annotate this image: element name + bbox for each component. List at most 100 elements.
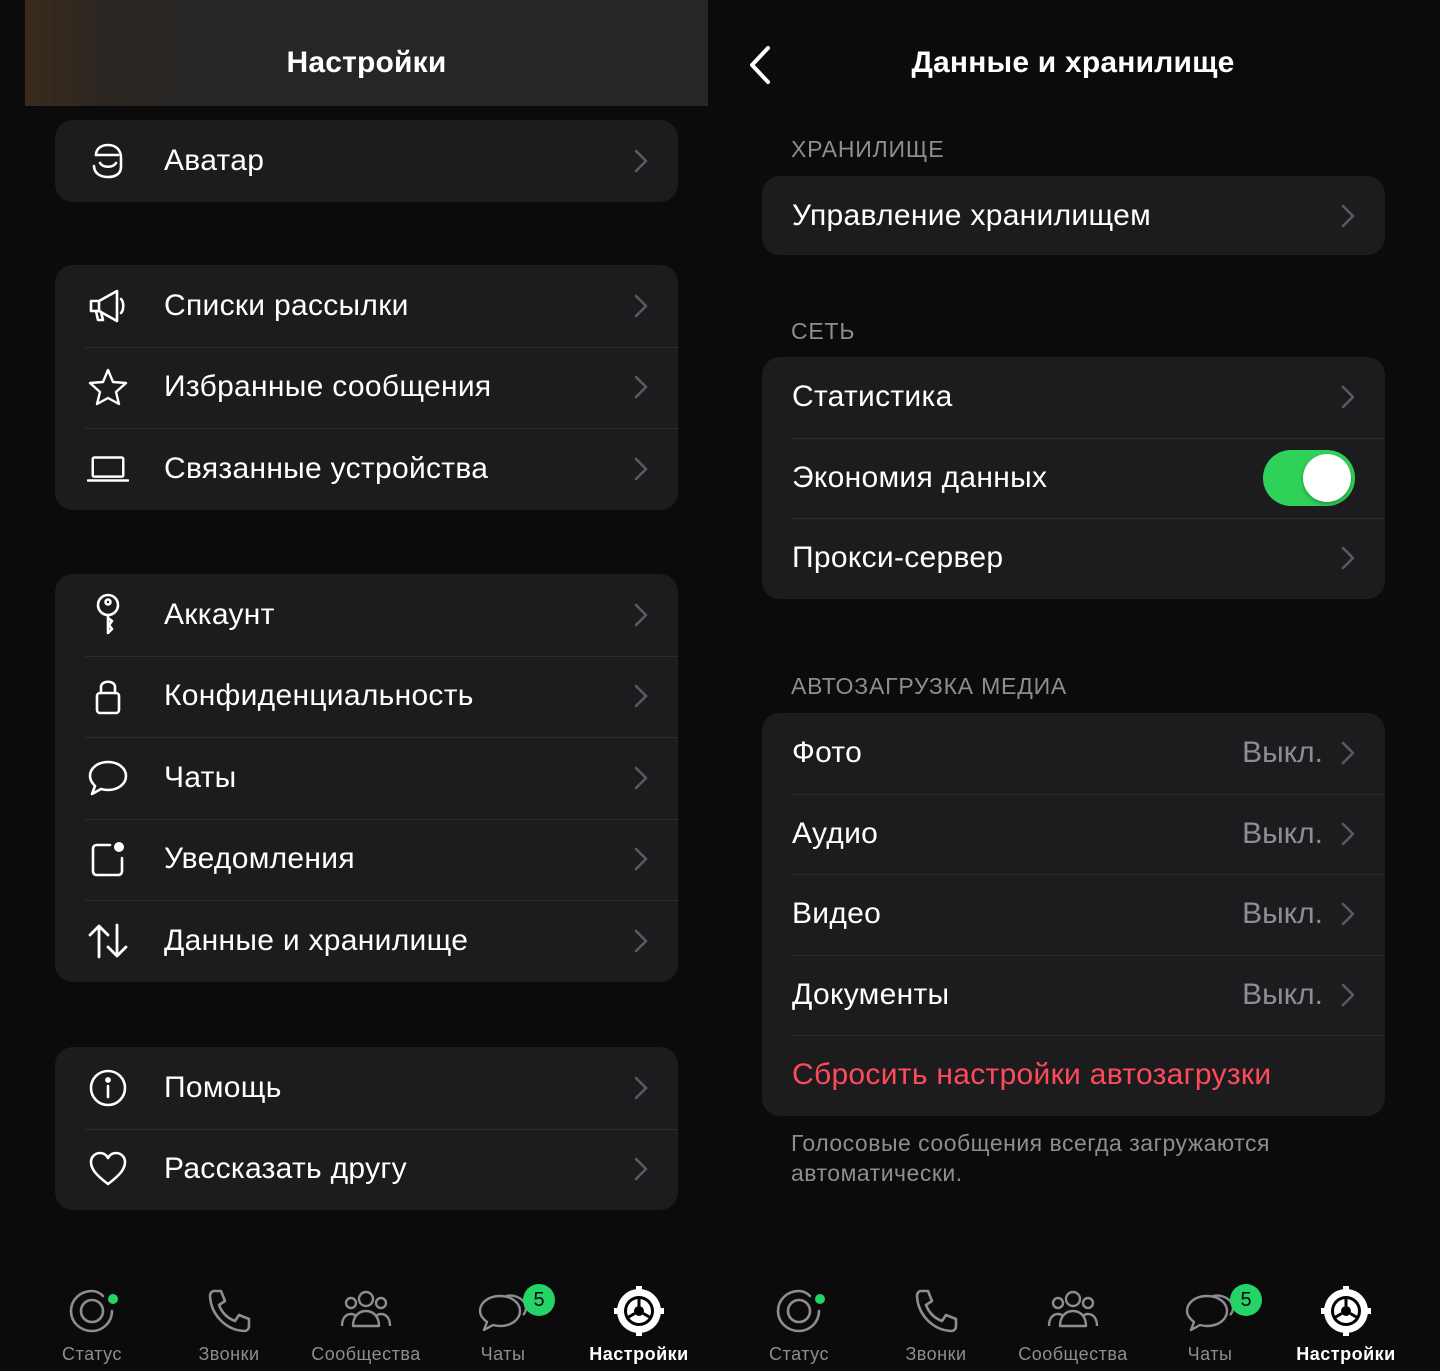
communities-icon <box>1047 1290 1099 1328</box>
chevron-right-icon <box>634 375 648 399</box>
unread-badge: 5 <box>523 1284 555 1316</box>
tab-label: Настройки <box>1296 1344 1396 1364</box>
row-value: Выкл. <box>1242 736 1323 770</box>
row-label: Статистика <box>792 380 953 414</box>
settings-item-starred-messages[interactable]: Избранные сообщения <box>55 346 678 429</box>
footnote: Голосовые сообщения всегда загружаются а… <box>791 1130 1270 1186</box>
reset-autodownload-button[interactable]: Сбросить настройки автозагрузки <box>762 1035 1385 1116</box>
tab-label: Сообщества <box>1018 1344 1128 1364</box>
tab-calls[interactable]: Звонки <box>868 1268 1004 1371</box>
toggle-knob <box>1303 453 1351 502</box>
row-label: Документы <box>792 977 950 1011</box>
video-autodownload-item[interactable]: Видео Выкл. <box>762 874 1385 955</box>
chevron-right-icon <box>634 929 648 953</box>
chevron-right-icon <box>634 603 648 627</box>
tab-chats[interactable]: 5 Чаты <box>1142 1268 1278 1371</box>
settings-item-data-storage[interactable]: Данные и хранилище <box>55 900 678 982</box>
data-storage-screen: Данные и хранилище ХРАНИЛИЩЕ Управление … <box>720 0 1440 1371</box>
tab-calls[interactable]: Звонки <box>161 1268 297 1371</box>
notification-icon <box>87 838 129 880</box>
chats-icon <box>478 1294 528 1332</box>
row-label: Видео <box>792 897 882 931</box>
documents-autodownload-item[interactable]: Документы Выкл. <box>762 954 1385 1036</box>
settings-item-label: Аватар <box>164 143 265 177</box>
chevron-right-icon <box>1341 204 1355 227</box>
tab-chats[interactable]: 5 Чаты <box>435 1268 571 1371</box>
tab-communities[interactable]: Сообщества <box>1005 1268 1141 1371</box>
settings-item-chats[interactable]: Чаты <box>55 737 678 819</box>
chevron-right-icon <box>634 457 648 481</box>
tab-settings[interactable]: Настройки <box>571 1268 707 1371</box>
settings-item-notifications[interactable]: Уведомления <box>55 818 678 901</box>
settings-item-tell-friend[interactable]: Рассказать другу <box>55 1128 678 1211</box>
phone-icon <box>915 1289 958 1333</box>
tab-settings[interactable]: Настройки <box>1278 1268 1414 1371</box>
page-title: Данные и хранилище <box>911 46 1235 79</box>
settings-item-label: Конфиденциальность <box>164 679 474 713</box>
tab-label: Чаты <box>1187 1344 1233 1364</box>
unread-badge: 5 <box>1230 1284 1262 1316</box>
chevron-right-icon <box>634 149 648 173</box>
star-icon <box>87 366 129 408</box>
data-saver-toggle[interactable] <box>1263 449 1355 506</box>
settings-item-label: Чаты <box>164 760 237 794</box>
heart-icon <box>87 1148 129 1190</box>
avatar-icon <box>87 140 129 182</box>
page-title: Настройки <box>286 46 447 79</box>
settings-item-label: Рассказать другу <box>164 1152 407 1186</box>
tab-status[interactable]: Статус <box>731 1268 867 1371</box>
section-title-autodownload: АВТОЗАГРУЗКА МЕДИА <box>791 673 1068 699</box>
settings-item-account[interactable]: Аккаунт <box>55 574 678 656</box>
tab-bar: Статус Звонки Сообщества 5 Чаты Настройк… <box>0 1268 720 1371</box>
row-label: Управление хранилищем <box>792 198 1152 232</box>
settings-item-label: Помощь <box>164 1070 282 1104</box>
settings-item-label: Связанные устройства <box>164 451 489 485</box>
settings-group-main: Аккаунт Конфиденциальность Чаты Уведомле… <box>55 574 678 982</box>
storage-group: Управление хранилищем <box>762 176 1385 255</box>
manage-storage-item[interactable]: Управление хранилищем <box>762 176 1385 255</box>
row-value: Выкл. <box>1242 816 1323 850</box>
settings-item-label: Избранные сообщения <box>164 370 492 404</box>
tab-label: Звонки <box>198 1344 260 1364</box>
info-icon <box>87 1067 129 1109</box>
chevron-right-icon <box>1341 741 1355 765</box>
chat-bubble-icon <box>87 757 129 799</box>
row-label: Экономия данных <box>792 460 1048 494</box>
settings-item-label: Аккаунт <box>164 597 275 631</box>
reset-label: Сбросить настройки автозагрузки <box>792 1058 1272 1092</box>
settings-item-label: Данные и хранилище <box>164 923 469 957</box>
chevron-right-icon <box>634 1157 648 1181</box>
photo-autodownload-item[interactable]: Фото Выкл. <box>762 713 1385 794</box>
chevron-right-icon <box>634 684 648 708</box>
tab-label: Настройки <box>589 1344 689 1364</box>
network-group: Статистика Экономия данных Прокси-сервер <box>762 357 1385 599</box>
status-dot <box>108 1294 118 1304</box>
settings-item-linked-devices[interactable]: Связанные устройства <box>55 428 678 510</box>
proxy-item[interactable]: Прокси-сервер <box>762 518 1385 599</box>
settings-icon <box>1321 1286 1371 1336</box>
settings-item-help[interactable]: Помощь <box>55 1047 678 1129</box>
key-icon <box>87 593 129 636</box>
section-title-network: СЕТЬ <box>791 318 856 344</box>
chevron-right-icon <box>1341 822 1355 846</box>
settings-item-avatar[interactable]: Аватар <box>55 120 678 202</box>
tab-label: Статус <box>62 1344 122 1364</box>
chevron-right-icon <box>1341 983 1355 1007</box>
row-label: Аудио <box>792 816 879 850</box>
autodownload-group: Фото Выкл. Аудио Выкл. Видео Выкл. Докум… <box>762 713 1385 1116</box>
tab-status[interactable]: Статус <box>24 1268 160 1371</box>
chevron-right-icon <box>634 847 648 871</box>
settings-item-broadcast-lists[interactable]: Списки рассылки <box>55 265 678 347</box>
settings-group-messaging: Списки рассылки Избранные сообщения Связ… <box>55 265 678 510</box>
data-saver-item: Экономия данных <box>762 437 1385 519</box>
audio-autodownload-item[interactable]: Аудио Выкл. <box>762 793 1385 875</box>
tab-label: Звонки <box>905 1344 967 1364</box>
settings-icon <box>614 1286 664 1336</box>
settings-item-privacy[interactable]: Конфиденциальность <box>55 655 678 738</box>
chevron-right-icon <box>1341 385 1355 409</box>
data-arrows-icon <box>87 920 129 962</box>
tab-label: Статус <box>769 1344 829 1364</box>
phone-icon <box>208 1289 251 1333</box>
statistics-item[interactable]: Статистика <box>762 357 1385 438</box>
tab-communities[interactable]: Сообщества <box>298 1268 434 1371</box>
